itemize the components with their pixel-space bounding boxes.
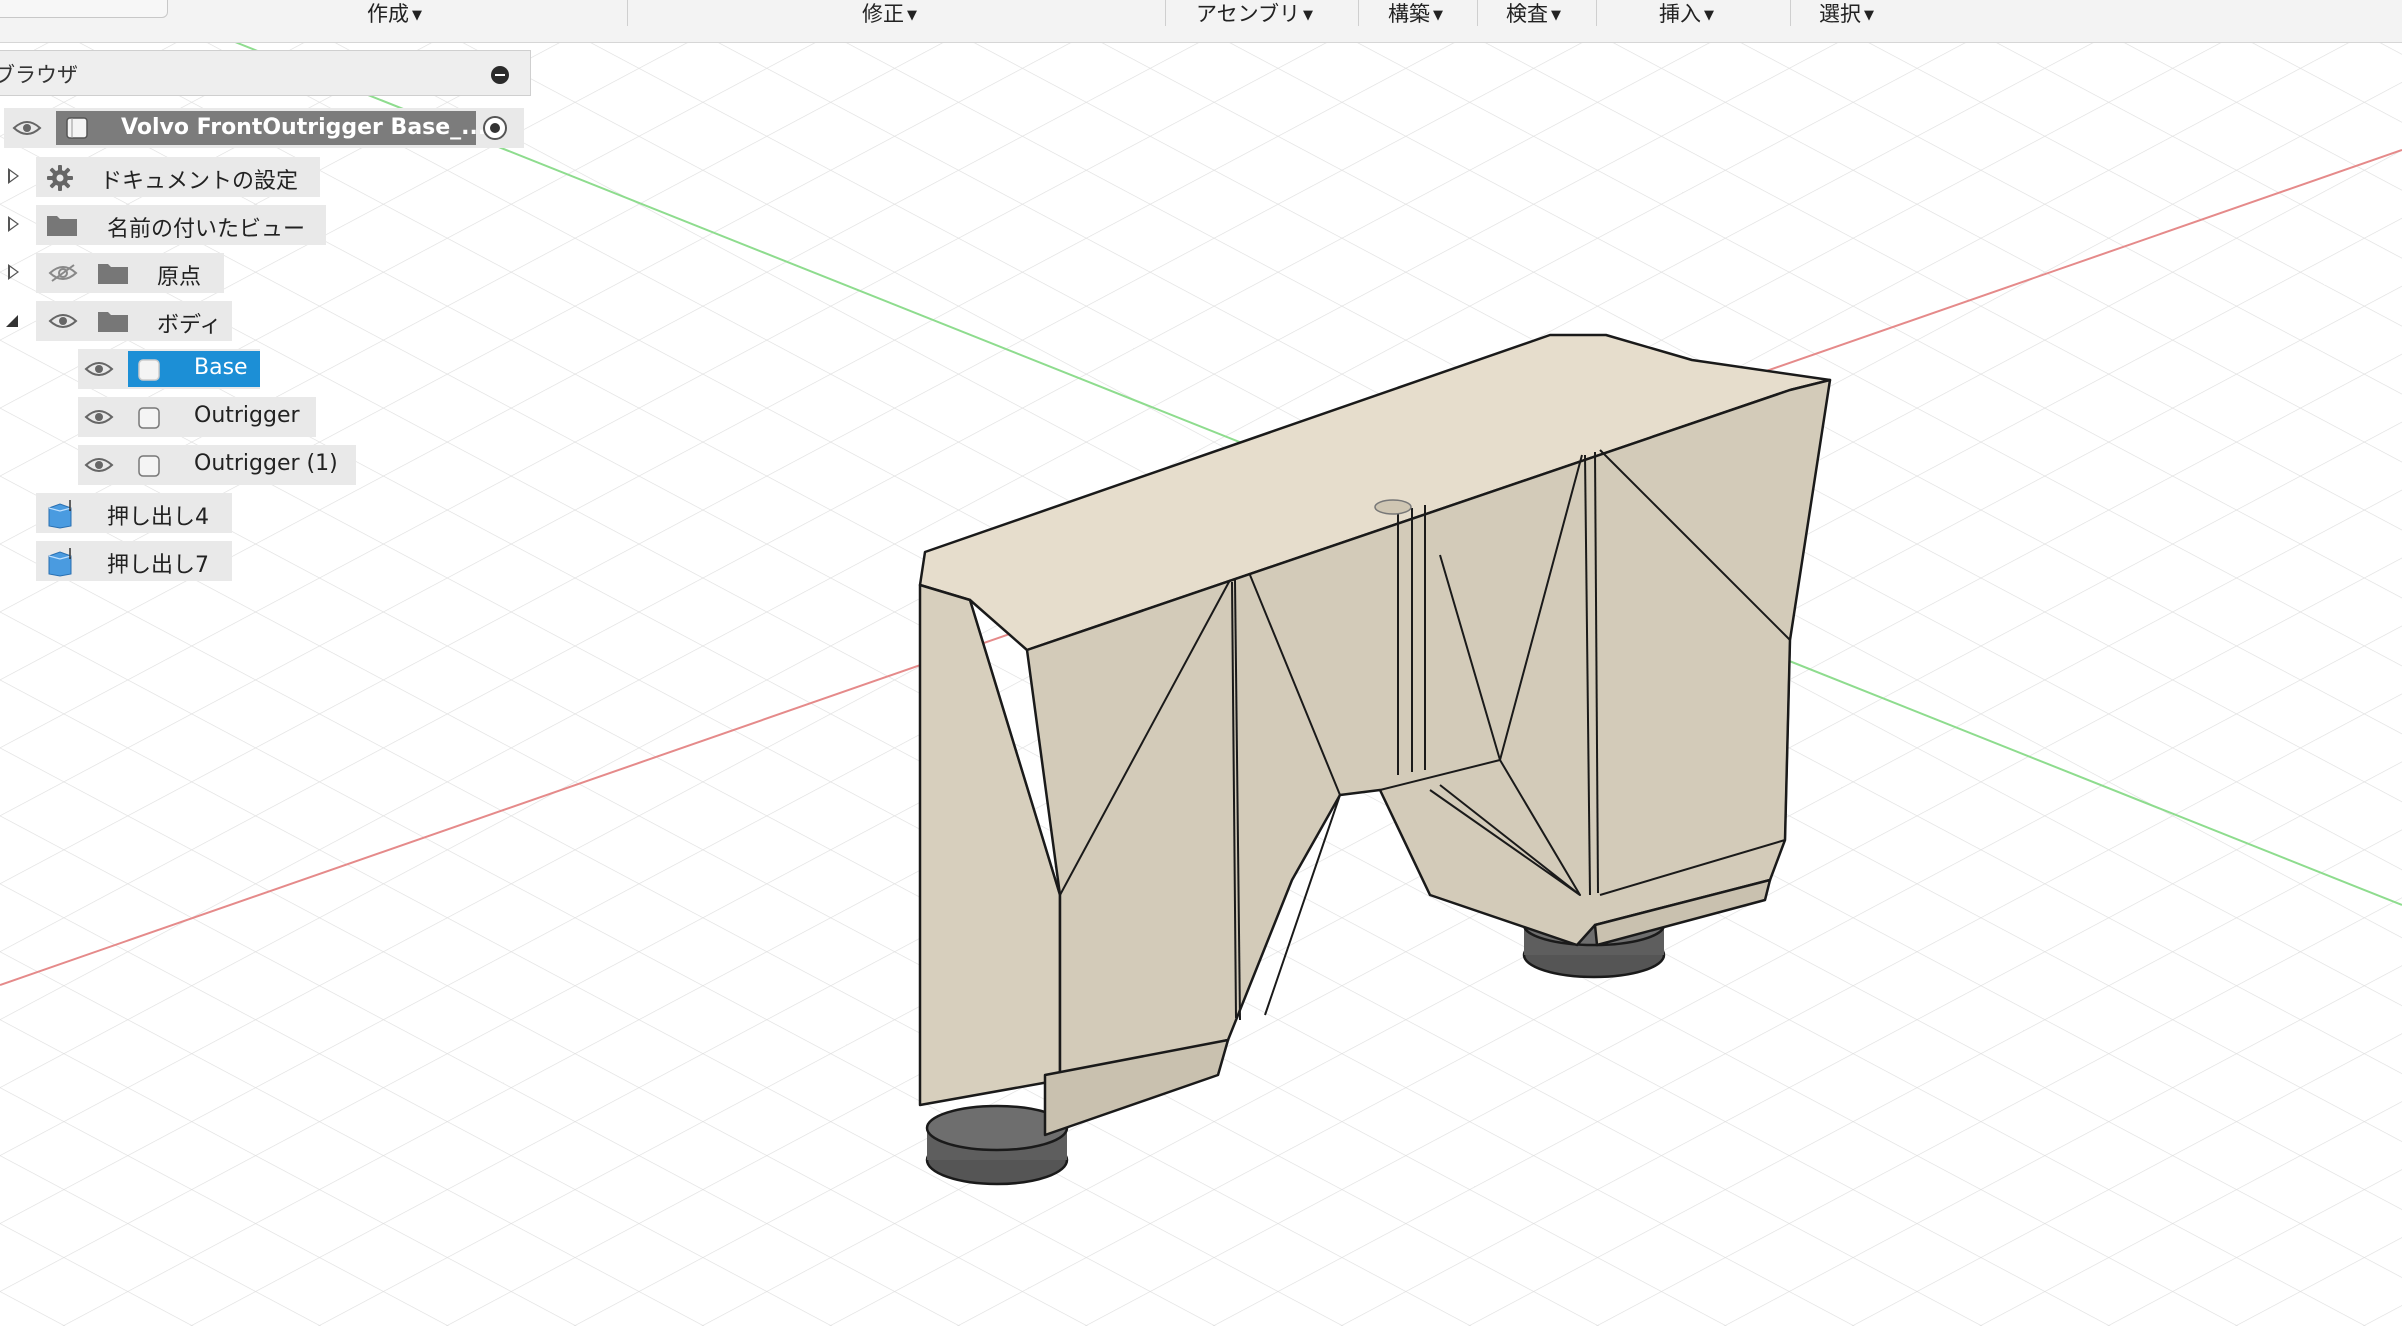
component-icon: [66, 117, 88, 139]
named-views-label: 名前の付いたビュー: [107, 217, 306, 242]
browser-panel-header: ブラウザ: [0, 50, 531, 96]
toolbar-divider: [1165, 0, 1166, 26]
chevron-down-icon: ▼: [1704, 8, 1714, 23]
3d-viewport[interactable]: [0, 0, 2402, 1326]
eye-hidden-icon[interactable]: [48, 263, 78, 283]
body-icon: [138, 359, 160, 381]
browser-body-base[interactable]: Base: [0, 349, 330, 389]
browser-feature-extrude-4[interactable]: 押し出し4: [0, 493, 330, 533]
extrude-icon: [48, 548, 72, 577]
eye-icon[interactable]: [48, 311, 78, 331]
expand-arrow-icon[interactable]: [8, 216, 19, 232]
browser-item-origin[interactable]: 原点: [0, 253, 330, 293]
body-icon: [138, 407, 160, 429]
eye-icon[interactable]: [84, 455, 114, 475]
toolbar-divider: [1790, 0, 1791, 26]
browser-feature-extrude-7[interactable]: 押し出し7: [0, 541, 330, 581]
browser-root-node[interactable]: Volvo FrontOutrigger Base_...: [0, 108, 530, 148]
body-label: Outrigger (1): [194, 451, 338, 476]
menu-insert[interactable]: 挿入 ▼: [1659, 0, 1714, 30]
toolbar-workspace-box[interactable]: [0, 0, 168, 18]
browser-item-document-settings[interactable]: ドキュメントの設定: [0, 157, 330, 197]
expand-arrow-icon[interactable]: [8, 168, 19, 184]
collapse-arrow-icon[interactable]: [6, 315, 18, 327]
chevron-down-icon: ▼: [1864, 8, 1874, 23]
folder-icon: [47, 216, 77, 236]
browser-item-bodies-folder[interactable]: ボディ: [0, 301, 330, 341]
toolbar-divider: [1477, 0, 1478, 26]
collapse-panel-button[interactable]: [491, 66, 509, 84]
eye-icon[interactable]: [12, 118, 42, 138]
chevron-down-icon: ▼: [1302, 8, 1313, 23]
browser-title: ブラウザ: [0, 63, 78, 87]
origin-label: 原点: [157, 265, 202, 290]
feature-label: 押し出し7: [107, 553, 209, 578]
body-icon: [138, 455, 160, 477]
toolbar-divider: [1358, 0, 1359, 26]
document-settings-label: ドキュメントの設定: [100, 169, 299, 194]
eye-icon[interactable]: [84, 359, 114, 379]
bodies-folder-label: ボディ: [157, 313, 222, 338]
menu-assemble[interactable]: アセンブリ ▼: [1196, 0, 1313, 30]
eye-icon[interactable]: [84, 407, 114, 427]
gear-icon: [47, 165, 73, 191]
menu-select[interactable]: 選択 ▼: [1819, 0, 1874, 30]
toolbar-divider: [627, 0, 628, 26]
browser-body-outrigger[interactable]: Outrigger: [0, 397, 330, 437]
chevron-down-icon: ▼: [1433, 8, 1443, 23]
menu-construct[interactable]: 構築 ▼: [1388, 0, 1443, 30]
toolbar-divider: [1596, 0, 1597, 26]
main-toolbar: 作成 ▼ 修正 ▼ アセンブリ ▼ 構築 ▼ 検査 ▼ 挿入 ▼ 選択 ▼: [0, 0, 2402, 43]
activate-radio-icon[interactable]: [482, 115, 508, 141]
body-label: Outrigger: [194, 403, 300, 428]
feature-label: 押し出し4: [107, 505, 209, 530]
chevron-down-icon: ▼: [412, 8, 422, 23]
menu-create[interactable]: 作成 ▼: [367, 0, 422, 30]
browser-item-named-views[interactable]: 名前の付いたビュー: [0, 205, 330, 245]
folder-icon: [98, 312, 128, 332]
extrude-icon: [48, 500, 72, 529]
chevron-down-icon: ▼: [1551, 8, 1561, 23]
browser-body-outrigger-1[interactable]: Outrigger (1): [0, 445, 360, 485]
chevron-down-icon: ▼: [907, 8, 917, 23]
expand-arrow-icon[interactable]: [8, 264, 19, 280]
body-label: Base: [194, 355, 248, 380]
menu-inspect[interactable]: 検査 ▼: [1506, 0, 1561, 30]
menu-modify[interactable]: 修正 ▼: [862, 0, 917, 30]
root-component-name: Volvo FrontOutrigger Base_...: [121, 115, 487, 140]
folder-icon: [98, 264, 128, 284]
